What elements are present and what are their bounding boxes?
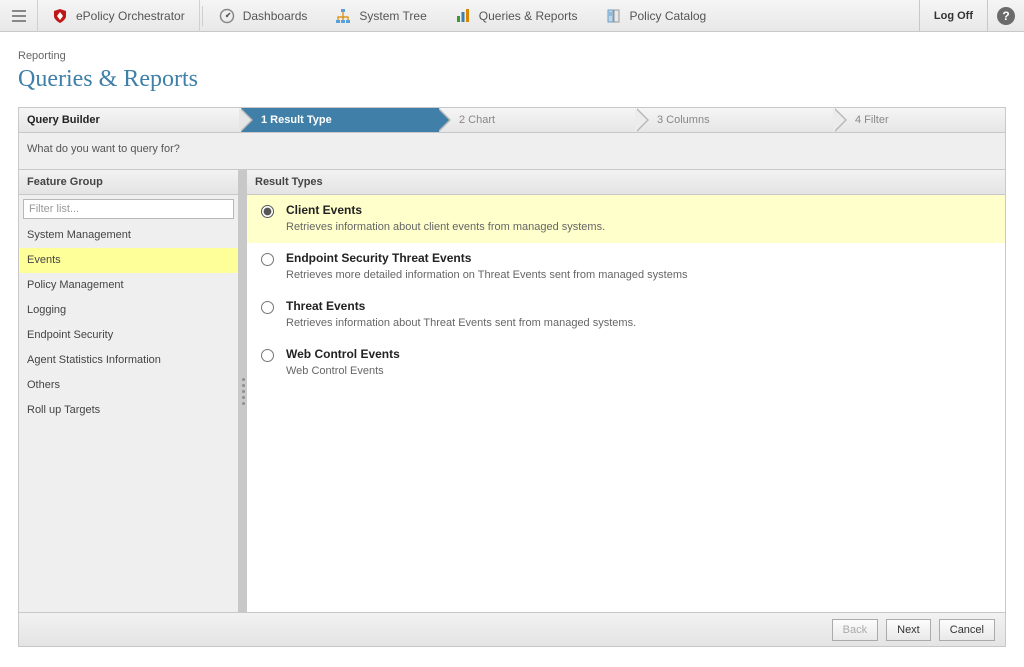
nav-queries-reports[interactable]: Queries & Reports bbox=[441, 0, 592, 32]
breadcrumb: Reporting bbox=[18, 50, 1006, 62]
feature-group-item[interactable]: Events bbox=[19, 248, 238, 273]
nav-policy-catalog[interactable]: Policy Catalog bbox=[592, 0, 721, 32]
result-type-desc: Web Control Events bbox=[286, 365, 400, 377]
catalog-icon bbox=[606, 8, 622, 24]
help-button[interactable]: ? bbox=[988, 0, 1024, 32]
nav-dashboards[interactable]: Dashboards bbox=[205, 0, 322, 32]
step-columns[interactable]: 3 Columns bbox=[637, 108, 835, 132]
result-type-title: Web Control Events bbox=[286, 347, 400, 361]
feature-group-item[interactable]: Logging bbox=[19, 298, 238, 323]
logoff-button[interactable]: Log Off bbox=[919, 0, 988, 32]
nav-label: Queries & Reports bbox=[479, 9, 578, 23]
step-result-type[interactable]: 1 Result Type bbox=[241, 108, 439, 132]
result-type-item[interactable]: Client Events Retrieves information about… bbox=[247, 195, 1005, 243]
result-type-item[interactable]: Endpoint Security Threat Events Retrieves… bbox=[247, 243, 1005, 291]
nav-items: Dashboards System Tree Queries & Reports… bbox=[200, 0, 721, 32]
step-label: 3 Columns bbox=[657, 114, 710, 126]
top-nav-right: Log Off ? bbox=[919, 0, 1024, 32]
chart-icon bbox=[455, 8, 471, 24]
result-types-list: Client Events Retrieves information about… bbox=[247, 195, 1005, 612]
wizard-prompt: What do you want to query for? bbox=[19, 133, 1005, 170]
result-type-radio[interactable] bbox=[261, 349, 274, 362]
result-type-radio[interactable] bbox=[261, 205, 274, 218]
wizard-label-text: Query Builder bbox=[27, 114, 100, 126]
result-type-title: Endpoint Security Threat Events bbox=[286, 251, 687, 265]
result-types-header: Result Types bbox=[247, 170, 1005, 195]
result-type-title: Client Events bbox=[286, 203, 605, 217]
menu-icon[interactable] bbox=[0, 0, 38, 32]
brand[interactable]: ePolicy Orchestrator bbox=[38, 0, 200, 32]
result-type-item[interactable]: Web Control Events Web Control Events bbox=[247, 339, 1005, 387]
builder-columns: Feature Group System ManagementEventsPol… bbox=[19, 170, 1005, 612]
tree-icon bbox=[335, 8, 351, 24]
step-label: 1 Result Type bbox=[261, 114, 332, 126]
next-button[interactable]: Next bbox=[886, 619, 931, 641]
result-type-title: Threat Events bbox=[286, 299, 636, 313]
wizard-steps: Query Builder 1 Result Type 2 Chart 3 Co… bbox=[19, 108, 1005, 133]
step-label: 4 Filter bbox=[855, 114, 889, 126]
separator bbox=[202, 6, 203, 26]
result-type-desc: Retrieves information about client event… bbox=[286, 221, 605, 233]
gauge-icon bbox=[219, 8, 235, 24]
step-chart[interactable]: 2 Chart bbox=[439, 108, 637, 132]
logoff-label: Log Off bbox=[934, 10, 973, 22]
result-type-item[interactable]: Threat Events Retrieves information about… bbox=[247, 291, 1005, 339]
page-title: Queries & Reports bbox=[18, 66, 1006, 93]
result-type-radio[interactable] bbox=[261, 301, 274, 314]
wizard-label: Query Builder bbox=[19, 108, 241, 132]
feature-group-item[interactable]: Roll up Targets bbox=[19, 398, 238, 423]
feature-group-item[interactable]: Agent Statistics Information bbox=[19, 348, 238, 373]
feature-group-panel: Feature Group System ManagementEventsPol… bbox=[19, 170, 239, 612]
filter-input[interactable] bbox=[23, 199, 234, 219]
feature-group-item[interactable]: System Management bbox=[19, 223, 238, 248]
nav-system-tree[interactable]: System Tree bbox=[321, 0, 440, 32]
nav-label: Policy Catalog bbox=[630, 9, 707, 23]
nav-label: System Tree bbox=[359, 9, 426, 23]
query-builder: Query Builder 1 Result Type 2 Chart 3 Co… bbox=[18, 107, 1006, 647]
help-icon: ? bbox=[997, 7, 1015, 25]
result-type-desc: Retrieves more detailed information on T… bbox=[286, 269, 687, 281]
feature-group-item[interactable]: Policy Management bbox=[19, 273, 238, 298]
wizard-footer: Back Next Cancel bbox=[19, 612, 1005, 646]
filter-box bbox=[19, 195, 238, 223]
result-type-radio[interactable] bbox=[261, 253, 274, 266]
result-types-panel: Result Types Client Events Retrieves info… bbox=[247, 170, 1005, 612]
splitter-handle[interactable] bbox=[239, 170, 247, 612]
brand-label: ePolicy Orchestrator bbox=[76, 9, 185, 23]
top-nav: ePolicy Orchestrator Dashboards System T… bbox=[0, 0, 1024, 32]
back-button[interactable]: Back bbox=[832, 619, 878, 641]
feature-group-item[interactable]: Others bbox=[19, 373, 238, 398]
step-label: 2 Chart bbox=[459, 114, 495, 126]
cancel-button[interactable]: Cancel bbox=[939, 619, 995, 641]
feature-group-list: System ManagementEventsPolicy Management… bbox=[19, 223, 238, 612]
nav-label: Dashboards bbox=[243, 9, 308, 23]
step-filter[interactable]: 4 Filter bbox=[835, 108, 1005, 132]
page: Reporting Queries & Reports Query Builde… bbox=[0, 32, 1024, 647]
shield-icon bbox=[52, 8, 68, 24]
feature-group-header: Feature Group bbox=[19, 170, 238, 195]
result-type-desc: Retrieves information about Threat Event… bbox=[286, 317, 636, 329]
feature-group-item[interactable]: Endpoint Security bbox=[19, 323, 238, 348]
